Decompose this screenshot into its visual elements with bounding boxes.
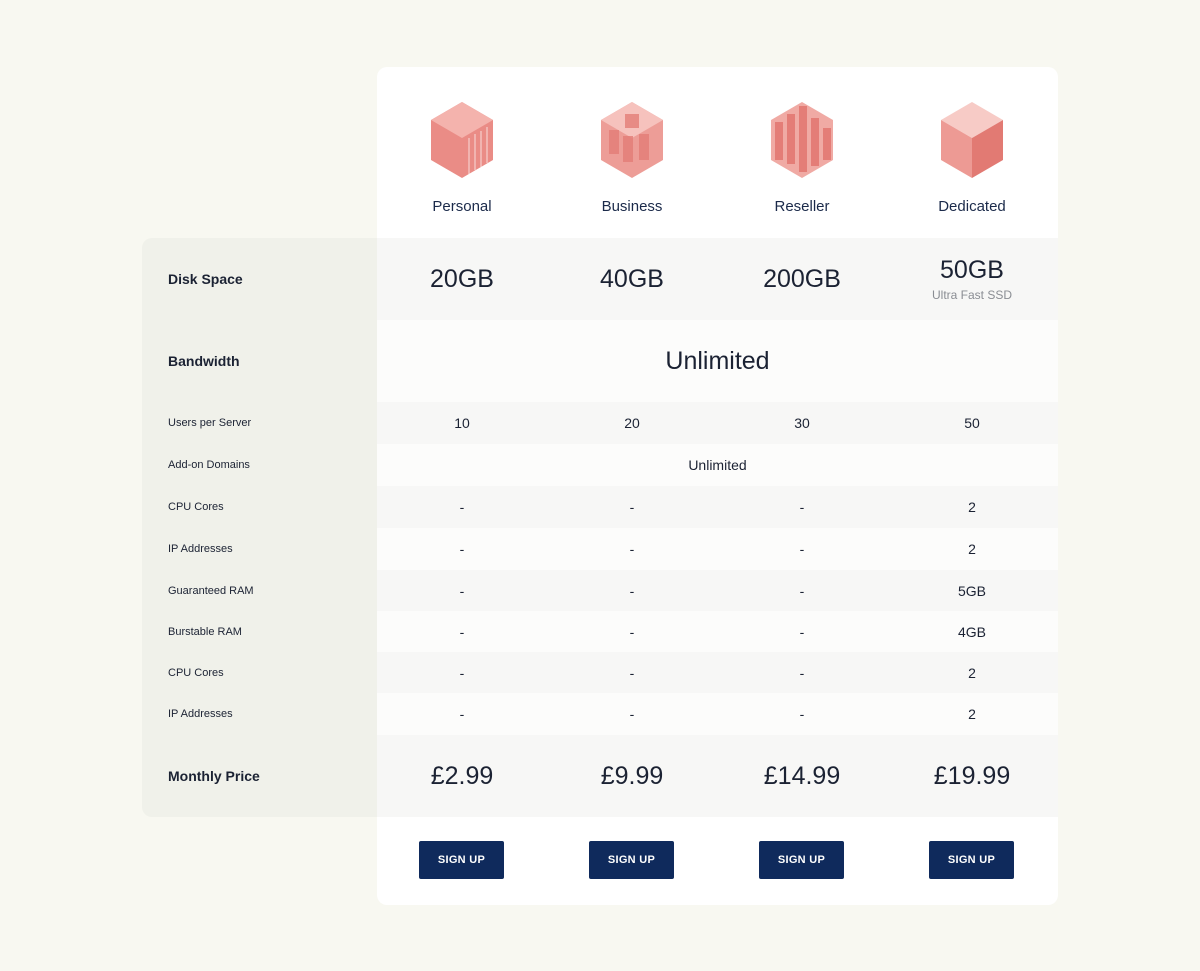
value-cell: 2 — [968, 541, 976, 557]
row-disk-space: Disk Space 20GB 40GB 200GB 50GB Ultra Fa… — [142, 238, 1058, 320]
signup-button-dedicated[interactable]: SIGN UP — [929, 841, 1014, 879]
signup-button-reseller[interactable]: SIGN UP — [759, 841, 844, 879]
row-label: CPU Cores — [168, 501, 224, 513]
ssd-note: Ultra Fast SSD — [931, 288, 1012, 302]
signup-button-business[interactable]: SIGN UP — [589, 841, 674, 879]
row-addon-domains: Add-on Domains Unlimited — [142, 444, 1058, 486]
row-label: CPU Cores — [168, 666, 224, 679]
value-cell: - — [459, 499, 465, 515]
row-label: Bandwidth — [168, 353, 240, 369]
plan-header-reseller: Reseller — [717, 100, 887, 215]
value-cell: - — [459, 706, 465, 722]
value-cell: - — [629, 623, 635, 640]
row-label: Monthly Price — [168, 768, 260, 784]
value-cell: - — [799, 541, 805, 557]
price-cell: £9.99 — [600, 761, 664, 790]
value-cell: - — [629, 541, 635, 557]
plan-header-personal: Personal — [377, 100, 547, 215]
row-label: Guaranteed RAM — [168, 584, 254, 597]
row-ip-addresses-2: IP Addresses - - - 2 — [142, 693, 1058, 735]
value-cell: - — [459, 664, 465, 681]
value-cell: 4GB — [957, 623, 986, 640]
row-label: Add-on Domains — [168, 459, 250, 471]
plan-header-dedicated: Dedicated — [887, 100, 1057, 215]
value-cell: - — [459, 541, 465, 557]
value-cell: 50GB Ultra Fast SSD — [887, 238, 1057, 320]
signup-button-personal[interactable]: SIGN UP — [419, 841, 504, 879]
row-cpu-cores: CPU Cores - - - 2 — [142, 486, 1058, 528]
value-cell: 2 — [968, 499, 976, 515]
plan-name-personal: Personal — [432, 198, 492, 215]
value-cell: 5GB — [957, 582, 986, 599]
value-cell: - — [629, 664, 635, 681]
price-cell: £2.99 — [430, 761, 494, 790]
value: 50GB — [940, 256, 1004, 284]
plan-name-reseller: Reseller — [774, 198, 830, 215]
plan-name-dedicated: Dedicated — [938, 198, 1006, 215]
value: 200GB — [763, 264, 841, 293]
value-cell: Unlimited — [688, 457, 747, 473]
value: 40GB — [600, 264, 664, 293]
value-cell: 20GB — [377, 238, 547, 320]
value-cell: 2 — [968, 664, 976, 681]
row-burstable-ram: Burstable RAM - - - 4GB — [142, 611, 1058, 652]
value-cell: 200GB — [717, 238, 887, 320]
value-cell: - — [799, 582, 805, 599]
value-cell: - — [629, 499, 635, 515]
value-cell: - — [629, 706, 635, 722]
plan-header-business: Business — [547, 100, 717, 215]
cube-business-icon — [601, 102, 663, 178]
value-cell: 30 — [794, 415, 810, 431]
value-cell: 2 — [968, 706, 976, 722]
value-cell: 10 — [454, 415, 470, 431]
row-label: Burstable RAM — [168, 625, 242, 638]
plan-name-business: Business — [601, 198, 663, 215]
row-monthly-price: Monthly Price £2.99 £9.99 £14.99 £19.99 — [142, 735, 1058, 817]
price-cell: £14.99 — [763, 761, 841, 790]
value-cell: - — [629, 582, 635, 599]
cube-reseller-icon — [771, 102, 833, 178]
row-label: Disk Space — [168, 271, 243, 287]
cube-personal-icon — [431, 102, 493, 178]
value-cell: - — [799, 623, 805, 640]
row-label: Users per Server — [168, 417, 252, 429]
value-cell: - — [459, 623, 465, 640]
value-cell: - — [799, 499, 805, 515]
value-cell: 20 — [624, 415, 640, 431]
value-cell: - — [799, 664, 805, 681]
row-label: IP Addresses — [168, 708, 233, 720]
value-cell: - — [799, 706, 805, 722]
cube-dedicated-icon — [941, 102, 1003, 178]
row-guaranteed-ram: Guaranteed RAM - - - 5GB — [142, 570, 1058, 611]
row-users-per-server: Users per Server 10 20 30 50 — [142, 402, 1058, 444]
value-cell: 40GB — [547, 238, 717, 320]
row-cpu-cores-2: CPU Cores - - - 2 — [142, 652, 1058, 693]
price-cell: £19.99 — [933, 761, 1011, 790]
value: 20GB — [430, 264, 494, 293]
value-cell: - — [459, 582, 465, 599]
row-ip-addresses: IP Addresses - - - 2 — [142, 528, 1058, 570]
value-cell: Unlimited — [665, 346, 770, 375]
row-bandwidth: Bandwidth Unlimited — [142, 320, 1058, 402]
row-label: IP Addresses — [168, 543, 233, 555]
value-cell: 50 — [964, 415, 980, 431]
